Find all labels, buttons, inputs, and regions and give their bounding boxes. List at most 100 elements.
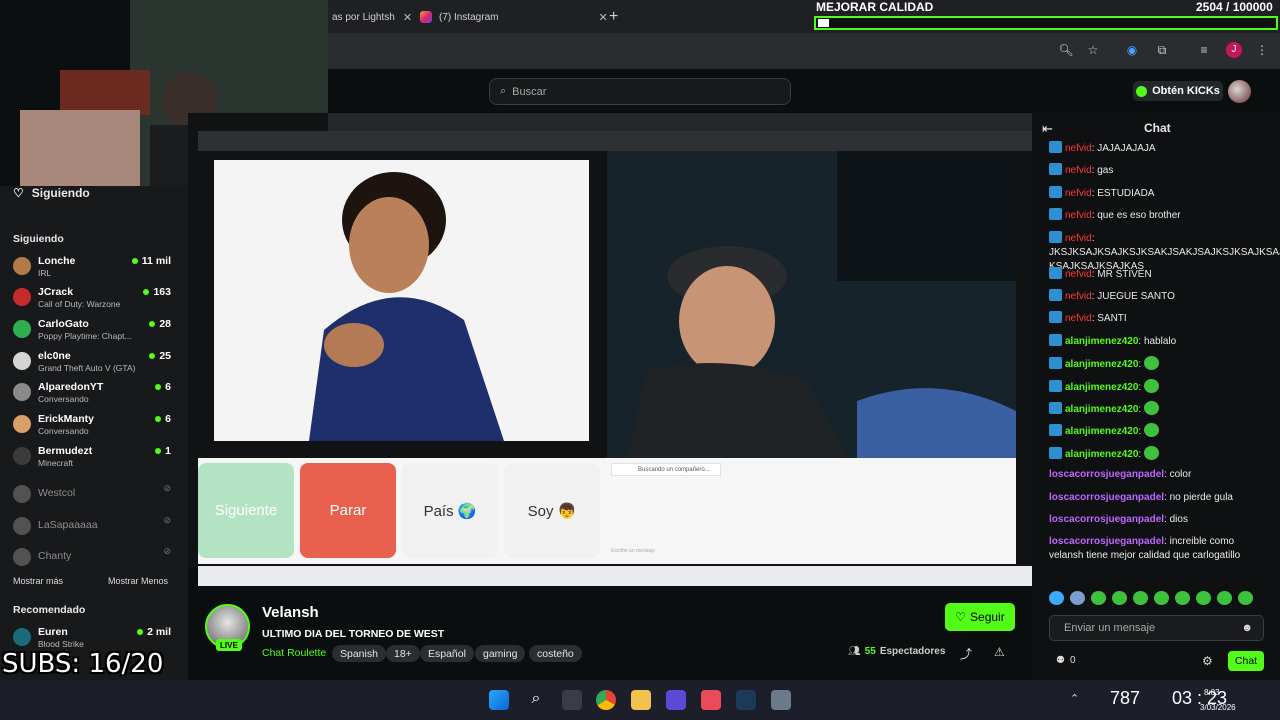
- channel-name: Chanty: [38, 550, 72, 562]
- chat-text: dios: [1169, 514, 1188, 525]
- emote-icon[interactable]: [1196, 591, 1211, 605]
- chat-username[interactable]: loscacorrosjueganpadel: [1049, 536, 1164, 547]
- next-button[interactable]: Siguiente: [198, 463, 294, 558]
- stream-category-link[interactable]: Chat Roulette: [262, 647, 326, 659]
- app-icon[interactable]: [666, 690, 686, 710]
- chat-username[interactable]: nefvid: [1065, 269, 1092, 280]
- sidebar-item-lonche[interactable]: Lonche IRL 11 mil: [13, 255, 178, 283]
- chevron-up-icon[interactable]: ⌃: [1070, 692, 1079, 705]
- emote-icon[interactable]: [1091, 591, 1106, 605]
- chat-username[interactable]: loscacorrosjueganpadel: [1049, 469, 1164, 480]
- show-more-link[interactable]: Mostrar más: [13, 576, 63, 586]
- sidebar-item-carlogato[interactable]: CarloGato Poppy Playtime: Chapt... 28: [13, 318, 178, 346]
- windows-start-icon[interactable]: [489, 690, 509, 710]
- chat-text: ESTUDIADA: [1097, 187, 1155, 199]
- steam-icon[interactable]: [736, 690, 756, 710]
- chat-username[interactable]: alanjimenez420: [1065, 449, 1138, 460]
- profile-icon[interactable]: J: [1226, 42, 1242, 58]
- show-less-link[interactable]: Mostrar Menos: [108, 576, 168, 586]
- chat-username[interactable]: alanjimenez420: [1065, 336, 1138, 347]
- emote-icon[interactable]: [1175, 591, 1190, 605]
- tag-18plus[interactable]: 18+: [386, 645, 420, 662]
- badge-icon: [1049, 311, 1062, 324]
- emote-icon[interactable]: [1154, 591, 1169, 605]
- sidebar-item-alparedonyt[interactable]: AlparedonYT Conversando 6: [13, 381, 178, 409]
- emote-icon[interactable]: [1112, 591, 1127, 605]
- tag-costeno[interactable]: costeño: [529, 645, 582, 662]
- sidebar-item-bermudezt[interactable]: Bermudezt Minecraft 1: [13, 445, 178, 473]
- channel-name: ErickManty: [38, 413, 95, 425]
- browser-tab-instagram[interactable]: (7) Instagram ✕: [420, 4, 608, 30]
- tag-gaming[interactable]: gaming: [475, 645, 526, 662]
- chat-username[interactable]: nefvid: [1065, 188, 1092, 199]
- chrome-icon[interactable]: [596, 690, 616, 710]
- sidebar-item-chanty[interactable]: Chanty ⊘: [13, 546, 178, 574]
- chat-username[interactable]: nefvid: [1065, 233, 1092, 244]
- emote-icon[interactable]: [1133, 591, 1148, 605]
- sidebar-item-erickmanty[interactable]: ErickManty Conversando 6: [13, 413, 178, 441]
- file-explorer-icon[interactable]: [631, 690, 651, 710]
- chat-username[interactable]: loscacorrosjueganpadel: [1049, 514, 1164, 525]
- chat-username[interactable]: alanjimenez420: [1065, 426, 1138, 437]
- sidebar-item-westcol[interactable]: Westcol ⊘: [13, 483, 178, 511]
- channel-points[interactable]: ⚉ 0: [1056, 655, 1076, 666]
- user-avatar[interactable]: [1228, 80, 1251, 103]
- channel-name: Westcol: [38, 487, 76, 499]
- chat-username[interactable]: alanjimenez420: [1065, 359, 1138, 370]
- collapse-chat-icon[interactable]: ⇤: [1042, 121, 1053, 137]
- streamer-name[interactable]: Velansh: [262, 604, 319, 621]
- new-tab-button[interactable]: +: [609, 4, 618, 30]
- get-kicks-button[interactable]: Obtén KICKs: [1133, 81, 1223, 101]
- close-icon[interactable]: ✕: [598, 11, 607, 24]
- chat-username[interactable]: nefvid: [1065, 291, 1092, 302]
- emote-icon[interactable]: [1217, 591, 1232, 605]
- stream-inner-addressbar: [198, 131, 1032, 151]
- search-input[interactable]: ⌕ Buscar: [489, 78, 791, 105]
- badge-icon: [1049, 289, 1062, 301]
- clock-date[interactable]: 3/03/2026: [1200, 703, 1236, 712]
- chat-username[interactable]: nefvid: [1065, 313, 1092, 324]
- sidebar-item-lasapaaaaa[interactable]: LaSapaaaaa ⊘: [13, 515, 178, 543]
- close-icon[interactable]: ✕: [403, 11, 412, 24]
- settings-app-icon[interactable]: [771, 690, 791, 710]
- playlist-icon[interactable]: ≡: [1196, 42, 1212, 58]
- emote-icon[interactable]: [1238, 591, 1253, 605]
- puzzle-icon[interactable]: ⧉: [1154, 42, 1170, 58]
- sidebar-item-jcrack[interactable]: JCrack Call of Duty: Warzone 163: [13, 286, 178, 314]
- search-icon[interactable]: ⌕: [526, 690, 546, 710]
- chat-input[interactable]: Enviar un mensaje ☻: [1049, 615, 1264, 641]
- country-button[interactable]: País 🌍: [402, 463, 498, 558]
- gender-button[interactable]: Soy 👦: [504, 463, 600, 558]
- emote-icon[interactable]: [1070, 591, 1085, 605]
- star-icon[interactable]: ☆: [1085, 42, 1101, 58]
- task-view-icon[interactable]: [562, 690, 582, 710]
- follow-button[interactable]: ♡ Seguir: [945, 603, 1015, 631]
- zoom-icon[interactable]: 🔍︎: [1058, 42, 1074, 58]
- chat-username[interactable]: alanjimenez420: [1065, 404, 1138, 415]
- emoji-icon[interactable]: ☻: [1241, 622, 1253, 634]
- report-icon[interactable]: ⚠: [994, 645, 1005, 659]
- chat-username[interactable]: nefvid: [1065, 210, 1092, 221]
- chat-username[interactable]: alanjimenez420: [1065, 382, 1138, 393]
- app-icon[interactable]: [701, 690, 721, 710]
- emote-icon[interactable]: [1049, 591, 1064, 605]
- channel-name: Euren: [38, 626, 68, 638]
- browser-tab-lightshot[interactable]: as por Lightsh ✕: [332, 4, 412, 30]
- clock-time[interactable]: 8:03: [1204, 688, 1220, 697]
- tag-espanol[interactable]: Español: [420, 645, 474, 662]
- tag-spanish[interactable]: Spanish: [332, 645, 386, 662]
- sidebar-item-elc0ne[interactable]: elc0ne Grand Theft Auto V (GTA) 25: [13, 350, 178, 378]
- stop-button[interactable]: Parar: [300, 463, 396, 558]
- send-chat-button[interactable]: Chat: [1228, 651, 1264, 671]
- chat-username[interactable]: loscacorrosjueganpadel: [1049, 492, 1164, 503]
- badge-icon: [1049, 379, 1062, 392]
- message-input[interactable]: Escribe un mensaje: [611, 548, 655, 554]
- following-header[interactable]: ♡ Siguiendo: [13, 186, 90, 200]
- menu-icon[interactable]: ⋮: [1254, 42, 1270, 58]
- share-icon[interactable]: ⤴: [960, 645, 972, 662]
- chat-username[interactable]: nefvid: [1065, 165, 1092, 176]
- chat-username[interactable]: nefvid: [1065, 143, 1092, 154]
- temperature-readout: 787: [1110, 688, 1141, 708]
- extension-icon[interactable]: ◉: [1124, 42, 1140, 58]
- gear-icon[interactable]: ⚙: [1202, 654, 1213, 668]
